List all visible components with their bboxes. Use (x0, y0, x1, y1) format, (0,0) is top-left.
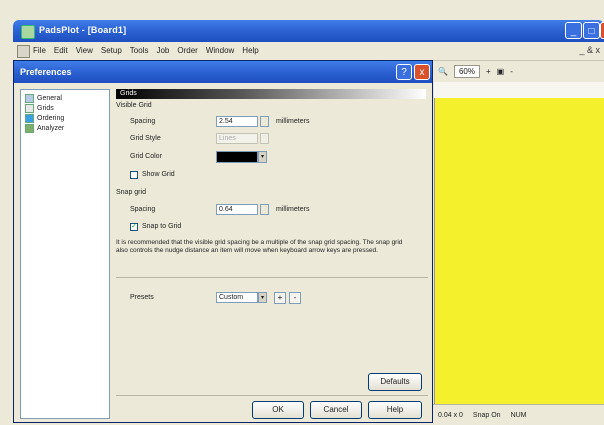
grid-style-label: Grid Style (130, 135, 161, 142)
show-grid-label: Show Grid (142, 171, 175, 178)
ordering-icon (25, 114, 34, 123)
ok-button[interactable]: OK (252, 401, 304, 419)
help-button[interactable]: Help (368, 401, 422, 419)
menu-edit[interactable]: Edit (54, 46, 68, 55)
snap-to-grid-checkbox[interactable]: ✓ (130, 223, 138, 231)
divider (116, 277, 428, 278)
preset-remove-button[interactable]: - (289, 292, 301, 304)
menu-job[interactable]: Job (156, 46, 169, 55)
document-canvas[interactable] (434, 98, 604, 404)
close-button[interactable]: x (600, 22, 604, 39)
preset-add-button[interactable]: + (274, 292, 286, 304)
grids-panel: Grids Visible Grid Spacing 2.54 millimet… (116, 89, 428, 389)
menu-view[interactable]: View (76, 46, 93, 55)
visible-spacing-label: Spacing (130, 118, 156, 125)
toolbar: 🔍 60% + ▣ - (434, 60, 604, 82)
menu-items: File Edit View Setup Tools Job Order Win… (33, 46, 259, 55)
snap-grid-heading: Snap grid (116, 189, 146, 196)
status-num: NUM (510, 411, 527, 419)
menu-tools[interactable]: Tools (130, 46, 149, 55)
dialog-title: Preferences (20, 67, 72, 77)
zoom-plus-button[interactable]: + (486, 67, 491, 76)
app-title-bar: PadsPlot - [Board1] _ □ x (13, 20, 604, 42)
preferences-nav: General Grids Ordering Analyzer (20, 89, 110, 419)
presets-select[interactable]: Custom (216, 292, 258, 303)
menu-bar: File Edit View Setup Tools Job Order Win… (13, 42, 604, 61)
menu-setup[interactable]: Setup (101, 46, 122, 55)
show-grid-checkbox[interactable] (130, 171, 138, 179)
canvas-ruler (434, 82, 604, 98)
snap-spacing-units: millimeters (276, 206, 310, 213)
minimize-button[interactable]: _ (565, 22, 582, 39)
status-bar: 0.04 x 0 Snap On NUM (432, 404, 604, 425)
grid-recommendation-note: It is recommended that the visible grid … (116, 239, 403, 254)
visible-grid-heading: Visible Grid (116, 102, 152, 109)
snap-spacing-label: Spacing (130, 206, 156, 213)
dialog-title-bar: Preferences ? x (14, 61, 432, 83)
menu-window[interactable]: Window (206, 46, 234, 55)
defaults-button[interactable]: Defaults (368, 373, 422, 391)
status-snap: Snap On (472, 411, 501, 419)
nav-item-ordering[interactable]: Ordering (25, 114, 64, 123)
status-coordinates: 0.04 x 0 (438, 411, 463, 419)
presets-dropdown[interactable]: ▾ (258, 292, 267, 303)
nav-item-grids[interactable]: Grids (25, 104, 54, 113)
analyzer-icon (25, 124, 34, 133)
grid-color-swatch[interactable] (216, 151, 258, 163)
menu-order[interactable]: Order (177, 46, 197, 55)
snap-spacing-spinner[interactable] (260, 204, 269, 215)
general-icon (25, 94, 34, 103)
visible-spacing-units: millimeters (276, 118, 310, 125)
zoom-minus-button[interactable]: - (510, 67, 513, 76)
visible-spacing-input[interactable]: 2.54 (216, 116, 258, 127)
grid-color-dropdown[interactable]: ▾ (258, 151, 267, 163)
dialog-close-button[interactable]: x (414, 64, 430, 80)
nav-item-label: Grids (37, 105, 54, 112)
dialog-help-button[interactable]: ? (396, 64, 412, 80)
snap-to-grid-label: Snap to Grid (142, 223, 182, 230)
snap-spacing-input[interactable]: 0.64 (216, 204, 258, 215)
preferences-dialog: Preferences ? x General Grids Ordering A… (13, 60, 433, 423)
application-window: PadsPlot - [Board1] _ □ x File Edit View… (0, 0, 604, 425)
document-icon[interactable] (17, 45, 30, 58)
nav-item-label: Ordering (37, 115, 65, 122)
grid-style-input: Lines (216, 133, 258, 144)
maximize-button[interactable]: □ (583, 22, 600, 39)
nav-item-label: General (37, 95, 62, 102)
menu-help[interactable]: Help (242, 46, 258, 55)
zoom-level[interactable]: 60% (453, 64, 480, 78)
grid-style-spinner (260, 133, 269, 144)
app-title: PadsPlot - [Board1] (39, 25, 127, 35)
mdi-window-controls[interactable]: _ & x (579, 45, 600, 55)
nav-item-label: Analyzer (37, 125, 65, 132)
presets-label: Presets (130, 294, 154, 301)
grid-color-label: Grid Color (130, 153, 162, 160)
panel-header: Grids (116, 89, 426, 99)
nav-item-analyzer[interactable]: Analyzer (25, 124, 64, 133)
cancel-button[interactable]: Cancel (310, 401, 362, 419)
zoom-in-icon[interactable]: 🔍 (438, 67, 448, 76)
panel-title: Grids (120, 90, 137, 97)
app-icon (21, 25, 35, 39)
visible-spacing-spinner[interactable] (260, 116, 269, 127)
nav-item-general[interactable]: General (25, 94, 62, 103)
menu-file[interactable]: File (33, 46, 46, 55)
page-icon[interactable]: ▣ (497, 67, 505, 76)
divider (116, 395, 428, 396)
grids-icon (25, 104, 34, 113)
